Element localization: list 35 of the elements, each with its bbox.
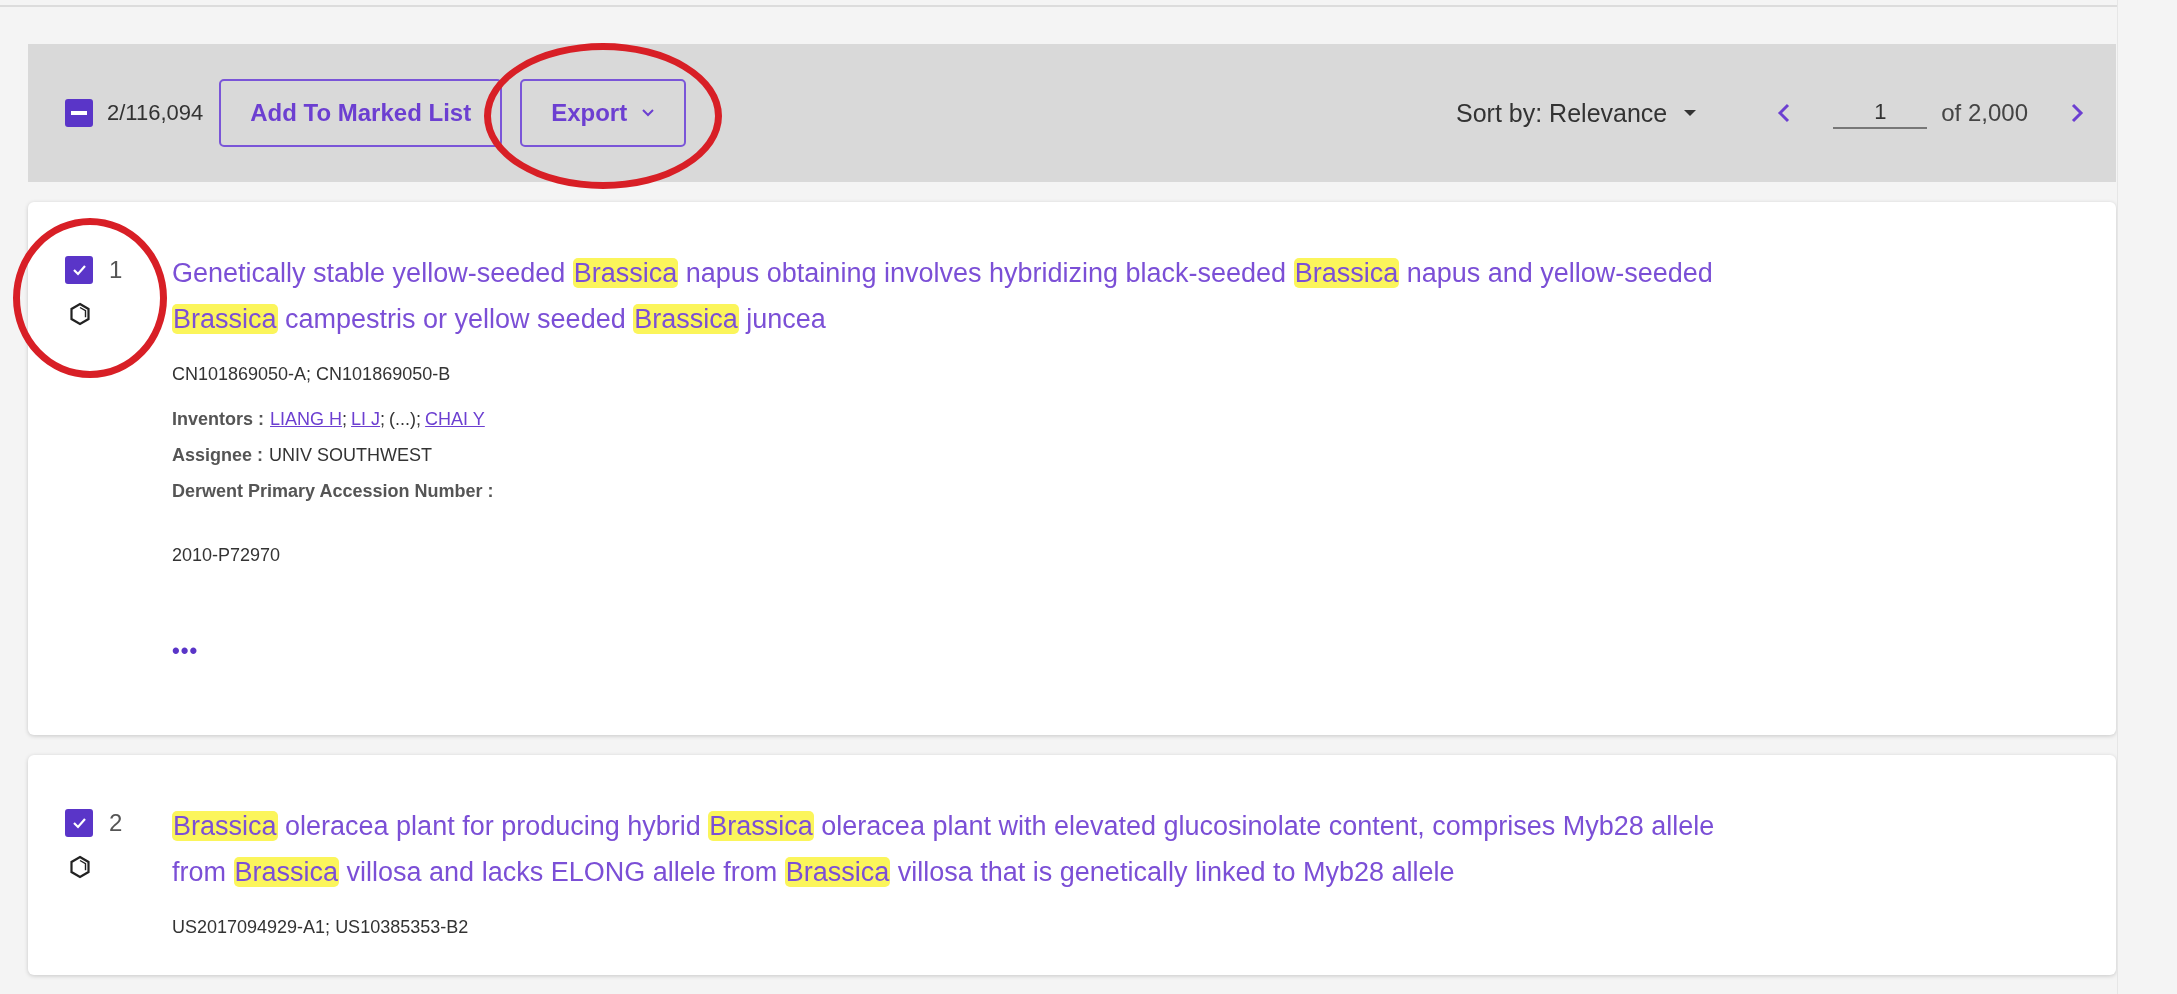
- separator-text: ;: [342, 409, 348, 429]
- add-to-list-button[interactable]: Add To Marked List: [219, 79, 503, 147]
- export-dropdown-button[interactable]: Export: [520, 79, 687, 147]
- patent-numbers: CN101869050-A; CN101869050-B: [172, 364, 452, 385]
- patent-numbers: US2017094929-A1; US10385353-B2: [172, 917, 470, 938]
- hexagon-icon[interactable]: [69, 302, 91, 326]
- result-checkbox[interactable]: [65, 809, 93, 837]
- inventor-text: (...): [389, 409, 417, 429]
- previous-page-icon[interactable]: [1777, 102, 1792, 124]
- result-checkbox[interactable]: [65, 256, 93, 284]
- separator-text: ;: [380, 409, 386, 429]
- result-title-link[interactable]: Brassica oleracea plant for producing hybrid Brassica oleracea plant with elevated glucosinolate content, comprises Myb28 allele from Brassica villosa and lacks ELONG allele from Brassica villosa that is genetically linked to Myb28 allele: [172, 803, 1772, 895]
- inventor-link[interactable]: CHAI Y: [425, 409, 485, 429]
- inventors-label: Inventors :: [172, 409, 264, 429]
- assignee-value: UNIV SOUTHWEST: [269, 445, 433, 465]
- inventor-link[interactable]: LIANG H: [270, 409, 343, 429]
- assignee-label: Assignee :: [172, 445, 264, 465]
- selected-count: 2/116,094: [107, 100, 204, 126]
- accession-label: Derwent Primary Accession Number :: [172, 481, 494, 501]
- more-button[interactable]: •••: [172, 638, 199, 664]
- result-number: 2: [109, 809, 123, 837]
- sort-dropdown[interactable]: Sort by: Relevance: [1456, 98, 1698, 128]
- page-field[interactable]: 1: [1833, 97, 1928, 129]
- select-all-checkbox[interactable]: [65, 99, 93, 127]
- accession-number: 2010-P72970: [172, 545, 282, 566]
- result-title-link[interactable]: Genetically stable yellow-seeded Brassica napus obtaining involves hybridizing black-seeded Brassica napus and yellow-seeded Brassica campestris or yellow seeded Brassica juncea: [172, 250, 1772, 342]
- separator-text: ;: [416, 409, 422, 429]
- dash-icon: [71, 111, 87, 115]
- page-total: of 2,000: [1941, 99, 2028, 127]
- inventor-link[interactable]: LI J: [351, 409, 381, 429]
- result-number: 1: [109, 256, 123, 284]
- hexagon-icon[interactable]: [69, 855, 91, 879]
- next-page-icon[interactable]: [2070, 102, 2084, 124]
- chevron-down-icon: [641, 108, 656, 118]
- caret-icon: [1683, 109, 1698, 117]
